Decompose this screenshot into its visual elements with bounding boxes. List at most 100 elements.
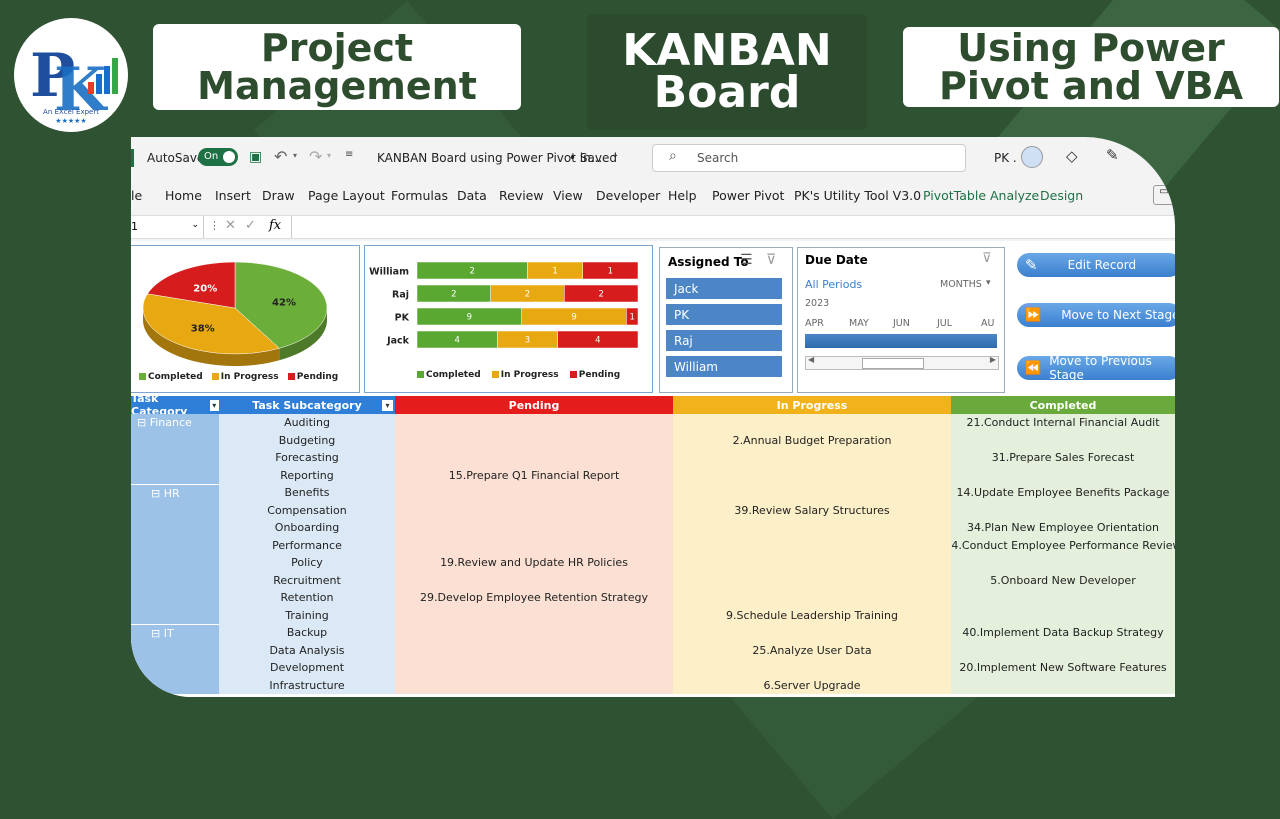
cell-task-subcategory[interactable]: Performance bbox=[219, 536, 395, 555]
slicer-item-pk[interactable]: PK bbox=[666, 304, 782, 325]
cell-completed[interactable] bbox=[951, 641, 1175, 659]
cell-completed[interactable] bbox=[951, 554, 1175, 572]
cell-task-subcategory[interactable]: Recruitment bbox=[219, 571, 395, 590]
tab-draw[interactable]: Draw bbox=[262, 188, 295, 203]
cell-task-subcategory[interactable]: Infrastructure bbox=[219, 676, 395, 695]
cell-task-subcategory[interactable]: Compensation bbox=[219, 501, 395, 520]
cell-task-category[interactable]: ⊟ HR bbox=[131, 484, 219, 502]
cell-task-category[interactable] bbox=[131, 501, 219, 519]
undo-dropdown-icon[interactable]: ▾ bbox=[293, 151, 297, 160]
cell-in-progress[interactable] bbox=[673, 449, 952, 467]
cell-task-category[interactable]: ⊟ Finance bbox=[131, 414, 219, 432]
cell-task-category[interactable] bbox=[131, 606, 219, 624]
cell-task-subcategory[interactable]: Forecasting bbox=[219, 449, 395, 468]
cell-pending[interactable]: 15.Prepare Q1 Financial Report bbox=[395, 466, 674, 484]
tab-file[interactable]: le bbox=[131, 188, 142, 203]
cell-task-subcategory[interactable]: Development bbox=[219, 659, 395, 678]
header-task-subcategory[interactable]: Task Subcategory ▾ bbox=[219, 396, 395, 414]
move-next-stage-button[interactable]: ⏩ Move to Next Stage bbox=[1017, 303, 1175, 327]
tab-help[interactable]: Help bbox=[668, 188, 697, 203]
cell-in-progress[interactable] bbox=[673, 554, 952, 572]
saved-status[interactable]: • Saved bbox=[569, 151, 617, 165]
filter-dropdown-icon[interactable]: ▾ bbox=[382, 399, 393, 411]
timeline-scrollbar[interactable]: ◀ ▶ bbox=[805, 355, 999, 370]
scroll-right-icon[interactable]: ▶ bbox=[990, 355, 996, 364]
tab-page-layout[interactable]: Page Layout bbox=[308, 188, 385, 203]
cell-task-subcategory[interactable]: Policy bbox=[219, 554, 395, 573]
redo-icon[interactable]: ↷ bbox=[309, 147, 322, 166]
cell-in-progress[interactable]: 39.Review Salary Structures bbox=[673, 501, 952, 519]
cell-in-progress[interactable] bbox=[673, 519, 952, 537]
cell-task-category[interactable] bbox=[131, 431, 219, 449]
header-task-category[interactable]: Task Category ▾ bbox=[131, 392, 219, 418]
cell-task-subcategory[interactable]: Benefits bbox=[219, 484, 395, 503]
customize-toolbar-icon[interactable]: ≡ bbox=[345, 149, 353, 160]
cell-in-progress[interactable] bbox=[673, 414, 952, 432]
slicer-item-william[interactable]: William bbox=[666, 356, 782, 377]
search-box[interactable]: ⌕ Search bbox=[652, 144, 966, 172]
undo-icon[interactable]: ↶ bbox=[274, 147, 287, 166]
cell-completed[interactable] bbox=[951, 501, 1175, 519]
cell-task-subcategory[interactable]: Backup bbox=[219, 624, 395, 643]
tab-formulas[interactable]: Formulas bbox=[391, 188, 448, 203]
tab-design[interactable]: Design bbox=[1040, 188, 1083, 203]
cell-task-category[interactable] bbox=[131, 536, 219, 554]
cell-task-category[interactable] bbox=[131, 641, 219, 659]
cell-pending[interactable] bbox=[395, 536, 674, 554]
cell-task-category[interactable]: ⊟ IT bbox=[131, 624, 219, 642]
user-name[interactable]: PK . bbox=[994, 151, 1017, 165]
cell-completed[interactable] bbox=[951, 466, 1175, 484]
cell-completed[interactable]: 5.Onboard New Developer bbox=[951, 571, 1175, 589]
timeline-selection-bar[interactable] bbox=[805, 334, 997, 348]
cell-task-subcategory[interactable]: Retention bbox=[219, 589, 395, 608]
cell-task-category[interactable] bbox=[131, 554, 219, 572]
cell-pending[interactable] bbox=[395, 414, 674, 432]
cell-pending[interactable]: 29.Develop Employee Retention Strategy bbox=[395, 589, 674, 607]
cell-pending[interactable] bbox=[395, 501, 674, 519]
pie-chart-panel[interactable]: 42% 38% 20% Completed In Progress Pending bbox=[131, 245, 360, 393]
confirm-icon[interactable]: ✓ bbox=[245, 218, 256, 233]
cell-pending[interactable] bbox=[395, 641, 674, 659]
tab-power-pivot[interactable]: Power Pivot bbox=[712, 188, 784, 203]
cell-completed[interactable] bbox=[951, 589, 1175, 607]
scroll-left-icon[interactable]: ◀ bbox=[808, 355, 814, 364]
cell-task-category[interactable] bbox=[131, 519, 219, 537]
cell-in-progress[interactable]: 9.Schedule Leadership Training bbox=[673, 606, 952, 624]
cell-in-progress[interactable] bbox=[673, 659, 952, 677]
cell-in-progress[interactable] bbox=[673, 536, 952, 554]
comments-icon[interactable]: ▭ bbox=[1153, 185, 1175, 205]
cell-pending[interactable] bbox=[395, 449, 674, 467]
cell-completed[interactable]: 21.Conduct Internal Financial Audit bbox=[951, 414, 1175, 432]
cell-task-category[interactable] bbox=[131, 676, 219, 694]
tab-pivottable-analyze[interactable]: PivotTable Analyze bbox=[923, 188, 1039, 203]
cell-task-category[interactable] bbox=[131, 589, 219, 607]
cell-pending[interactable] bbox=[395, 676, 674, 694]
formula-input[interactable] bbox=[291, 216, 1175, 238]
cell-completed[interactable]: 24.Conduct Employee Performance Review bbox=[951, 536, 1175, 554]
cell-pending[interactable] bbox=[395, 519, 674, 537]
edit-record-button[interactable]: ✎ Edit Record bbox=[1017, 253, 1175, 277]
bar-chart-panel[interactable]: William 2 1 1 Raj 2 2 2 PK 9 9 1 Jack 4 3 4 Completed I… bbox=[364, 245, 653, 393]
cell-in-progress[interactable]: 2.Annual Budget Preparation bbox=[673, 431, 952, 449]
autosave-toggle[interactable]: On bbox=[198, 148, 238, 166]
cell-pending[interactable] bbox=[395, 571, 674, 589]
cell-task-subcategory[interactable]: Auditing bbox=[219, 414, 395, 433]
cell-pending[interactable] bbox=[395, 624, 674, 642]
tab-view[interactable]: View bbox=[553, 188, 583, 203]
cell-pending[interactable] bbox=[395, 431, 674, 449]
cell-completed[interactable] bbox=[951, 431, 1175, 449]
clear-filter-icon[interactable]: ⊽ bbox=[982, 251, 992, 266]
redo-dropdown-icon[interactable]: ▾ bbox=[327, 151, 331, 160]
move-previous-stage-button[interactable]: ⏪ Move to Previous Stage bbox=[1017, 354, 1175, 382]
cell-in-progress[interactable] bbox=[673, 466, 952, 484]
cell-in-progress[interactable] bbox=[673, 484, 952, 502]
cell-completed[interactable]: 14.Update Employee Benefits Package bbox=[951, 484, 1175, 502]
save-icon[interactable]: ▣ bbox=[249, 149, 262, 165]
tab-insert[interactable]: Insert bbox=[215, 188, 251, 203]
scroll-thumb[interactable] bbox=[862, 358, 924, 369]
cell-task-subcategory[interactable]: Reporting bbox=[219, 466, 395, 485]
cell-task-category[interactable] bbox=[131, 659, 219, 677]
tab-home[interactable]: Home bbox=[165, 188, 202, 203]
cell-pending[interactable] bbox=[395, 659, 674, 677]
cell-in-progress[interactable] bbox=[673, 589, 952, 607]
